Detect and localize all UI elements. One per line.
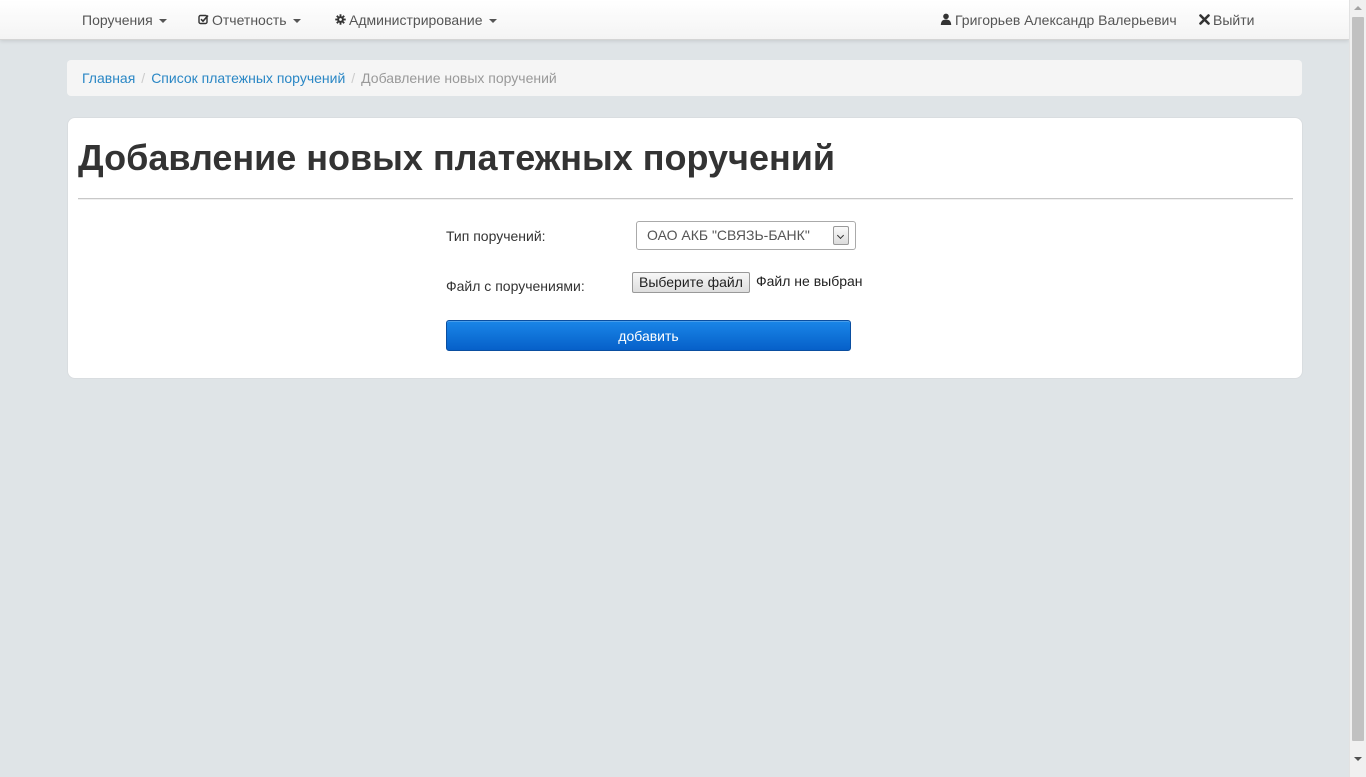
nav-user[interactable]: Григорьев Александр Валерьевич — [940, 0, 1177, 40]
page-title: Добавление новых платежных поручений — [78, 137, 835, 178]
breadcrumb: Главная / Список платежных поручений / Добав… — [67, 60, 1302, 96]
chevron-down-icon — [158, 19, 167, 24]
chevron-down-icon — [292, 19, 301, 24]
nav-menu-reports[interactable]: Отчетность — [198, 0, 301, 40]
nav-user-name: Григорьев Александр Валерьевич — [955, 12, 1177, 28]
user-icon — [940, 0, 952, 40]
breadcrumb-list-link[interactable]: Список платежных поручений — [151, 70, 345, 86]
page-bottom-strip — [0, 768, 1349, 777]
order-type-select[interactable]: ОАО АКБ "СВЯЗЬ-БАНК" — [636, 221, 856, 250]
title-divider — [78, 198, 1293, 200]
scroll-down-icon[interactable] — [1350, 751, 1366, 768]
page-viewport: Поручения Отчетность Администрирование Г… — [0, 0, 1349, 777]
nav-menu-orders-label: Поручения — [82, 12, 153, 28]
vertical-scrollbar[interactable] — [1349, 0, 1366, 777]
content-panel: Добавление новых платежных поручений Тип… — [67, 117, 1303, 379]
chevron-down-icon[interactable] — [833, 226, 849, 245]
breadcrumb-separator: / — [351, 70, 356, 86]
scroll-thumb[interactable] — [1352, 17, 1364, 741]
file-status-text: Файл не выбран — [756, 273, 863, 289]
breadcrumb-separator: / — [141, 70, 146, 86]
breadcrumb-home-link[interactable]: Главная — [82, 70, 135, 86]
logout-label: Выйти — [1213, 12, 1255, 28]
scroll-up-icon[interactable] — [1350, 0, 1366, 17]
nav-menu-orders[interactable]: Поручения — [82, 0, 167, 40]
top-navbar: Поручения Отчетность Администрирование Г… — [0, 0, 1349, 40]
nav-menu-admin[interactable]: Администрирование — [335, 0, 497, 40]
breadcrumb-current: Добавление новых поручений — [361, 70, 557, 86]
order-type-label: Тип поручений: — [446, 228, 546, 244]
order-type-selected-value: ОАО АКБ "СВЯЗЬ-БАНК" — [647, 227, 810, 243]
gear-icon — [335, 0, 346, 40]
nav-menu-admin-label: Администрирование — [349, 12, 483, 28]
nav-menu-reports-label: Отчетность — [212, 12, 287, 28]
file-label: Файл с поручениями: — [446, 278, 585, 294]
check-square-icon — [198, 0, 209, 40]
choose-file-button[interactable]: Выберите файл — [632, 272, 750, 293]
add-button[interactable]: добавить — [446, 320, 851, 351]
logout-button[interactable]: Выйти — [1199, 0, 1254, 40]
close-icon — [1199, 0, 1210, 40]
chevron-down-icon — [488, 19, 497, 24]
